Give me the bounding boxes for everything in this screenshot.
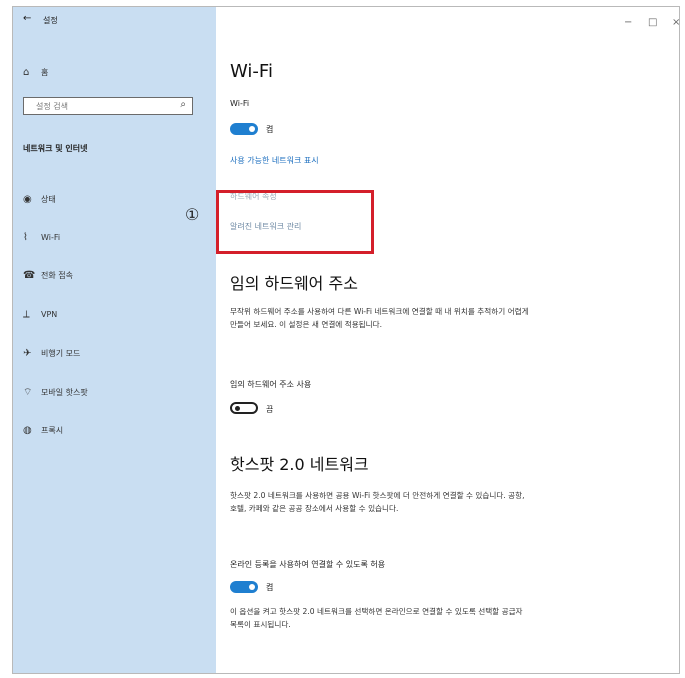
sidebar-item-label: VPN: [41, 309, 58, 319]
vpn-icon: ⟂: [23, 308, 30, 320]
page-title: Wi-Fi: [230, 61, 273, 82]
main-content: − □ × Wi-Fi Wi-Fi 켬 사용 가능한 네트워크 표시 하드웨어 …: [216, 7, 680, 673]
window-title: 설정: [43, 16, 58, 25]
annotation-highlight-box: [216, 190, 374, 254]
wifi-icon: ⌇: [23, 231, 28, 243]
sidebar-item-label: 전화 접속: [41, 270, 73, 280]
home-label: 홈: [41, 67, 49, 77]
sidebar-item-vpn[interactable]: ⟂ VPN: [23, 304, 57, 324]
wifi-label: Wi-Fi: [230, 99, 250, 108]
sidebar-item-label: Wi-Fi: [41, 232, 61, 242]
sidebar: ← 설정 ⌂ 홈 설정 검색 ⌕ 네트워크 및 인터넷 ◉ 상태 ⌇ Wi-Fi…: [13, 7, 216, 673]
hotspot-icon: ⌔: [23, 386, 33, 398]
wifi-toggle[interactable]: [230, 123, 258, 135]
home-icon: ⌂: [23, 66, 30, 78]
online-signup-toggle-label: 온라인 등록을 사용하여 연결할 수 있도록 허용: [230, 560, 386, 569]
random-hw-description: 무작위 하드웨어 주소를 사용하여 다른 Wi-Fi 네트워크에 연결할 때 내…: [230, 307, 529, 329]
maximize-button[interactable]: □: [648, 17, 657, 28]
search-icon[interactable]: ⌕: [180, 99, 186, 110]
sidebar-item-label: 비행기 모드: [41, 348, 81, 358]
sidebar-item-proxy[interactable]: ◍ 프록시: [23, 420, 63, 440]
sidebar-item-hotspot[interactable]: ⌔ 모바일 핫스팟: [23, 382, 88, 402]
hotspot20-description: 핫스팟 2.0 네트워크를 사용하면 공용 Wi-Fi 핫스팟에 더 안전하게 …: [230, 491, 525, 513]
random-hw-heading: 임의 하드웨어 주소: [230, 274, 358, 293]
hotspot20-heading: 핫스팟 2.0 네트워크: [230, 455, 369, 474]
online-signup-note: 이 옵션을 켜고 핫스팟 2.0 네트워크를 선택하면 온라인으로 연결할 수 …: [230, 607, 523, 629]
random-hw-toggle[interactable]: [230, 402, 258, 414]
annotation-marker: ①: [185, 205, 200, 224]
dialup-icon: ☎: [23, 269, 36, 281]
sidebar-item-label: 모바일 핫스팟: [41, 387, 88, 397]
home-nav-item[interactable]: ⌂ 홈: [23, 62, 48, 82]
sidebar-item-wifi[interactable]: ⌇ Wi-Fi: [23, 227, 60, 247]
search-input[interactable]: 설정 검색 ⌕: [23, 97, 193, 115]
settings-window: ← 설정 ⌂ 홈 설정 검색 ⌕ 네트워크 및 인터넷 ◉ 상태 ⌇ Wi-Fi…: [12, 6, 680, 674]
sidebar-item-airplane[interactable]: ✈ 비행기 모드: [23, 343, 80, 363]
section-title: 네트워크 및 인터넷: [23, 144, 88, 153]
sidebar-item-label: 프록시: [41, 425, 64, 435]
sidebar-item-status[interactable]: ◉ 상태: [23, 189, 56, 209]
wifi-toggle-state: 켬: [266, 125, 274, 134]
random-hw-toggle-label: 임의 하드웨어 주소 사용: [230, 380, 312, 389]
proxy-icon: ◍: [23, 424, 32, 436]
back-button[interactable]: ←: [23, 13, 31, 24]
random-hw-toggle-state: 끔: [266, 405, 274, 414]
airplane-icon: ✈: [23, 347, 32, 359]
online-signup-toggle[interactable]: [230, 581, 258, 593]
close-button[interactable]: ×: [672, 17, 680, 28]
sidebar-item-dialup[interactable]: ☎ 전화 접속: [23, 265, 73, 285]
show-networks-link[interactable]: 사용 가능한 네트워크 표시: [230, 155, 319, 166]
sidebar-item-label: 상태: [41, 194, 56, 204]
search-placeholder: 설정 검색: [36, 102, 68, 111]
minimize-button[interactable]: −: [624, 17, 632, 28]
status-icon: ◉: [23, 193, 32, 205]
online-signup-toggle-state: 켬: [266, 583, 274, 592]
